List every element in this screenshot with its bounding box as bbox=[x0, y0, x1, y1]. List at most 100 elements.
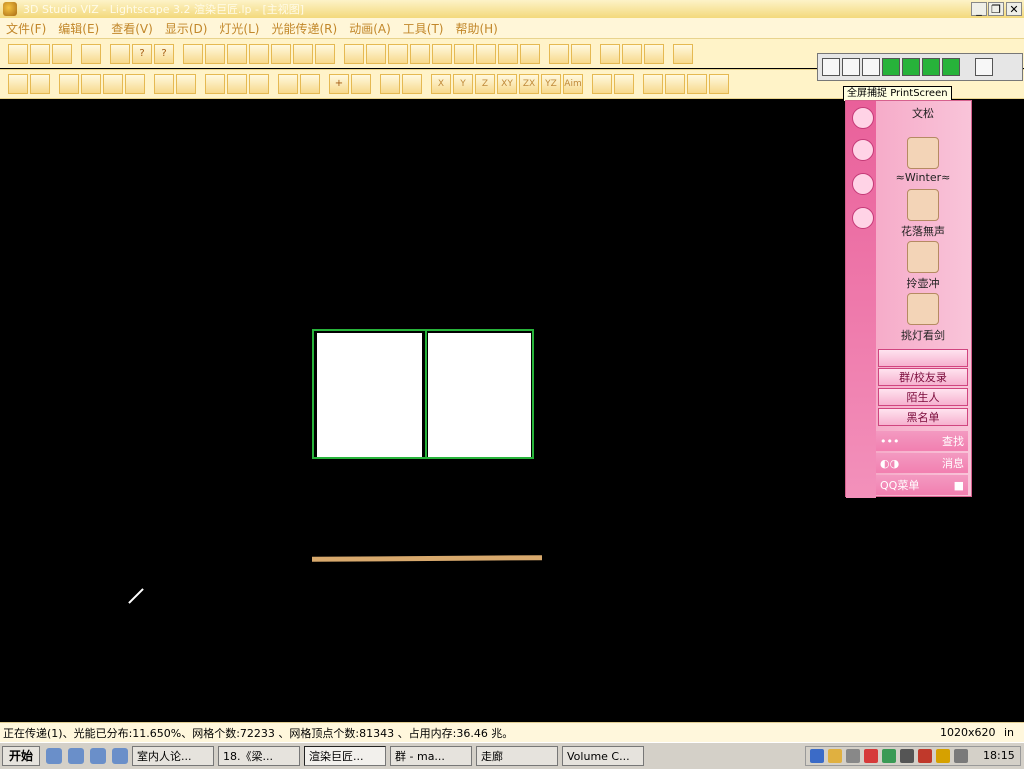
volume-icon[interactable] bbox=[846, 749, 860, 763]
dolly-icon[interactable] bbox=[476, 43, 496, 64]
copy-icon[interactable] bbox=[154, 74, 174, 94]
qq-tray-icon[interactable] bbox=[918, 749, 932, 763]
pan-icon[interactable] bbox=[388, 43, 408, 64]
capture-settings-icon[interactable] bbox=[975, 58, 993, 76]
close-button[interactable]: ✕ bbox=[1006, 2, 1022, 16]
menu-help[interactable]: 帮助(H) bbox=[455, 20, 497, 37]
filter-icon[interactable] bbox=[300, 74, 320, 94]
processing-icon[interactable] bbox=[315, 43, 335, 64]
capture-region-icon[interactable] bbox=[862, 58, 880, 76]
axis-x-button[interactable]: X bbox=[431, 74, 451, 94]
menu-edit[interactable]: 编辑(E) bbox=[58, 20, 99, 37]
stand-figure-icon[interactable] bbox=[709, 74, 729, 94]
minimize-button[interactable]: _ bbox=[971, 2, 987, 16]
rotate-icon[interactable] bbox=[520, 43, 540, 64]
capture-window-icon[interactable] bbox=[842, 58, 860, 76]
cursor-plus-icon[interactable] bbox=[227, 74, 247, 94]
capture-screen-icon[interactable] bbox=[822, 58, 840, 76]
image-icon[interactable] bbox=[571, 43, 591, 64]
qq-messages-bar[interactable]: ◐◑ 消息 bbox=[876, 453, 968, 473]
list-icon[interactable] bbox=[278, 74, 298, 94]
save-icon[interactable] bbox=[52, 43, 72, 64]
menu-tools[interactable]: 工具(T) bbox=[403, 20, 444, 37]
antivirus-icon[interactable] bbox=[864, 749, 878, 763]
select-icon[interactable] bbox=[8, 74, 28, 94]
restore-button[interactable]: ❐ bbox=[988, 2, 1004, 16]
aim-button[interactable]: Aim bbox=[563, 74, 583, 94]
tag-remove-icon[interactable] bbox=[614, 74, 634, 94]
walk-icon[interactable] bbox=[498, 43, 518, 64]
safe-remove-icon[interactable] bbox=[954, 749, 968, 763]
lights-icon[interactable] bbox=[249, 43, 269, 64]
run-figure-icon[interactable] bbox=[665, 74, 685, 94]
network-icon[interactable] bbox=[810, 749, 824, 763]
select-window-icon[interactable] bbox=[81, 74, 101, 94]
add-select-icon[interactable]: + bbox=[329, 74, 349, 94]
surfaces-icon[interactable] bbox=[293, 43, 313, 64]
translate-icon[interactable] bbox=[380, 74, 400, 94]
plane-xy-button[interactable]: XY bbox=[497, 74, 517, 94]
printer-icon[interactable] bbox=[900, 749, 914, 763]
folder-icon[interactable] bbox=[673, 43, 693, 64]
axis-z-button[interactable]: Z bbox=[475, 74, 495, 94]
desktop-icon[interactable] bbox=[90, 748, 107, 764]
task-volume[interactable]: Volume C... bbox=[562, 746, 645, 766]
capture-polygon-icon[interactable] bbox=[902, 58, 920, 76]
capture-rect-icon[interactable] bbox=[882, 58, 900, 76]
zoom-window-icon[interactable] bbox=[344, 43, 364, 64]
print-icon[interactable] bbox=[110, 43, 130, 64]
menu-animation[interactable]: 动画(A) bbox=[349, 20, 391, 37]
tray-app-icon[interactable] bbox=[882, 749, 896, 763]
menu-file[interactable]: 文件(F) bbox=[6, 20, 46, 37]
cursor-minus-icon[interactable] bbox=[249, 74, 269, 94]
undo-icon[interactable] bbox=[81, 43, 101, 64]
jump-figure-icon[interactable] bbox=[687, 74, 707, 94]
tag-icon[interactable] bbox=[592, 74, 612, 94]
ie-icon[interactable] bbox=[46, 748, 63, 764]
layers-icon[interactable] bbox=[183, 43, 203, 64]
plane-yz-button[interactable]: YZ bbox=[541, 74, 561, 94]
qq-mobile-icon[interactable] bbox=[852, 207, 874, 229]
move-icon[interactable] bbox=[454, 43, 474, 64]
select-cross-icon[interactable] bbox=[103, 74, 123, 94]
contact-item[interactable]: 花落無声 bbox=[878, 189, 968, 239]
task-qq-group[interactable]: 群 - ma... bbox=[390, 746, 473, 766]
wireframe-icon[interactable] bbox=[600, 43, 620, 64]
qq-blacklist-button[interactable]: 黑名单 bbox=[878, 408, 968, 426]
qq-friends-icon[interactable] bbox=[852, 107, 874, 129]
move-select-icon[interactable] bbox=[351, 74, 371, 94]
menu-display[interactable]: 显示(D) bbox=[165, 20, 208, 37]
qq-moon-icon[interactable] bbox=[852, 139, 874, 161]
contact-item[interactable]: ≈Winter≈ bbox=[878, 137, 968, 184]
select-fence-icon[interactable] bbox=[125, 74, 145, 94]
pen-icon[interactable] bbox=[828, 749, 842, 763]
start-button[interactable]: 开始 bbox=[2, 746, 41, 766]
help-icon[interactable]: ? bbox=[132, 43, 152, 64]
views-icon[interactable] bbox=[271, 43, 291, 64]
contact-item[interactable]: 拎壶冲 bbox=[878, 241, 968, 291]
cursor-icon[interactable] bbox=[205, 74, 225, 94]
open-file-icon[interactable] bbox=[30, 43, 50, 64]
blocks-icon[interactable] bbox=[227, 43, 247, 64]
contact-item[interactable]: 文松 bbox=[878, 103, 968, 121]
task-lightscape[interactable]: 渲染巨匠... bbox=[304, 746, 387, 766]
media-icon[interactable] bbox=[112, 748, 129, 764]
walk-figure-icon[interactable] bbox=[643, 74, 663, 94]
capture-ellipse-icon[interactable] bbox=[942, 58, 960, 76]
render-viewport[interactable] bbox=[0, 100, 845, 720]
contact-item[interactable]: 挑灯看剑 bbox=[878, 293, 968, 343]
menu-view[interactable]: 查看(V) bbox=[111, 20, 153, 37]
qq-news-icon[interactable] bbox=[852, 173, 874, 195]
plane-zx-button[interactable]: ZX bbox=[519, 74, 539, 94]
task-forum[interactable]: 室内人论... bbox=[132, 746, 215, 766]
orbit-icon[interactable] bbox=[366, 43, 386, 64]
rotate-tool-icon[interactable] bbox=[402, 74, 422, 94]
menu-light[interactable]: 灯光(L) bbox=[219, 20, 259, 37]
zoom-out-icon[interactable] bbox=[432, 43, 452, 64]
outlook-icon[interactable] bbox=[68, 748, 85, 764]
context-help-icon[interactable]: ? bbox=[154, 43, 174, 64]
qq-groups-button[interactable]: 群/校友录 bbox=[878, 368, 968, 386]
task-book[interactable]: 18.《梁... bbox=[218, 746, 301, 766]
capture-circle-icon[interactable] bbox=[922, 58, 940, 76]
menu-radiosity[interactable]: 光能传递(R) bbox=[271, 20, 337, 37]
